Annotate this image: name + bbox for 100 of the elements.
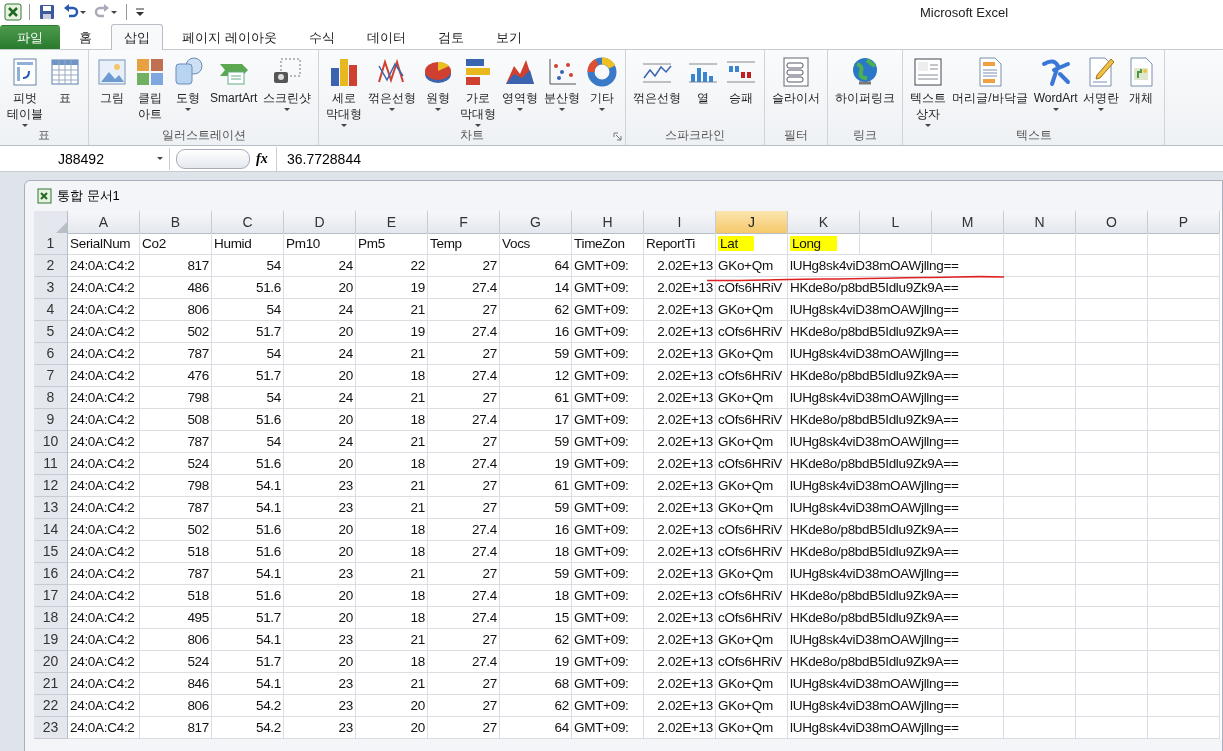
- row-header[interactable]: 14: [34, 519, 68, 541]
- empty-cell[interactable]: [1148, 607, 1220, 629]
- empty-cell[interactable]: [1004, 431, 1076, 453]
- empty-cell[interactable]: [1004, 255, 1076, 277]
- ribbon-tab[interactable]: 수식: [295, 25, 348, 49]
- empty-cell[interactable]: [1076, 409, 1148, 431]
- empty-cell[interactable]: [1004, 277, 1076, 299]
- file-tab[interactable]: 파일: [0, 25, 60, 49]
- empty-cell[interactable]: [1004, 299, 1076, 321]
- empty-cell[interactable]: [860, 233, 932, 255]
- ribbon-tab[interactable]: 데이터: [353, 25, 419, 49]
- empty-cell[interactable]: [1004, 343, 1076, 365]
- column-header[interactable]: I: [644, 211, 716, 234]
- empty-cell[interactable]: [1004, 497, 1076, 519]
- select-all-button[interactable]: [34, 211, 68, 234]
- empty-cell[interactable]: [1148, 387, 1220, 409]
- row-header[interactable]: 7: [34, 365, 68, 387]
- ribbon-tab[interactable]: 보기: [482, 25, 535, 49]
- empty-cell[interactable]: [1076, 519, 1148, 541]
- ribbon-button[interactable]: 표: [46, 56, 84, 127]
- ribbon-button[interactable]: SmartArt: [207, 56, 261, 127]
- ribbon-button[interactable]: 원형: [419, 56, 458, 127]
- empty-cell[interactable]: [1004, 651, 1076, 673]
- empty-cell[interactable]: [1076, 673, 1148, 695]
- column-header[interactable]: A: [68, 211, 140, 234]
- row-header[interactable]: 1: [34, 233, 68, 255]
- empty-cell[interactable]: [1004, 321, 1076, 343]
- row-header[interactable]: 18: [34, 607, 68, 629]
- column-header[interactable]: L: [860, 211, 932, 234]
- row-header[interactable]: 5: [34, 321, 68, 343]
- empty-cell[interactable]: [1148, 365, 1220, 387]
- ribbon-button[interactable]: 피벗 테이블: [4, 56, 46, 127]
- row-header[interactable]: 23: [34, 717, 68, 739]
- row-header[interactable]: 3: [34, 277, 68, 299]
- formula-bar-handle[interactable]: [176, 148, 250, 169]
- empty-cell[interactable]: [1076, 343, 1148, 365]
- row-header[interactable]: 9: [34, 409, 68, 431]
- empty-cell[interactable]: [1004, 365, 1076, 387]
- ribbon-button[interactable]: 클립 아트: [131, 56, 169, 127]
- empty-cell[interactable]: [1148, 519, 1220, 541]
- formula-field[interactable]: 36.7728844: [276, 146, 1223, 171]
- ribbon-button[interactable]: 세로 막대형: [323, 56, 366, 127]
- empty-cell[interactable]: [932, 233, 1004, 255]
- empty-cell[interactable]: [1148, 321, 1220, 343]
- empty-cell[interactable]: [1148, 541, 1220, 563]
- empty-cell[interactable]: [1004, 233, 1076, 255]
- ribbon-tab[interactable]: 삽입: [111, 24, 163, 50]
- empty-cell[interactable]: [1148, 629, 1220, 651]
- ribbon-button[interactable]: 가로 막대형: [457, 56, 500, 127]
- empty-cell[interactable]: [1148, 277, 1220, 299]
- ribbon-button[interactable]: 열: [684, 56, 723, 127]
- empty-cell[interactable]: [1148, 717, 1220, 739]
- empty-cell[interactable]: [1004, 453, 1076, 475]
- row-header[interactable]: 4: [34, 299, 68, 321]
- ribbon-button[interactable]: 도형: [169, 56, 207, 127]
- row-header[interactable]: 15: [34, 541, 68, 563]
- column-header[interactable]: C: [212, 211, 284, 234]
- empty-cell[interactable]: [1004, 475, 1076, 497]
- empty-cell[interactable]: [1076, 651, 1148, 673]
- empty-cell[interactable]: [1148, 695, 1220, 717]
- row-header[interactable]: 19: [34, 629, 68, 651]
- ribbon-button[interactable]: 그림: [93, 56, 131, 127]
- ribbon-button[interactable]: 기타: [583, 56, 622, 127]
- column-header[interactable]: D: [284, 211, 356, 234]
- empty-cell[interactable]: [1148, 453, 1220, 475]
- empty-cell[interactable]: [1004, 607, 1076, 629]
- empty-cell[interactable]: [1148, 299, 1220, 321]
- ribbon-button[interactable]: 꺾은선형: [365, 56, 420, 127]
- empty-cell[interactable]: [1148, 673, 1220, 695]
- empty-cell[interactable]: [1076, 541, 1148, 563]
- empty-cell[interactable]: [1004, 409, 1076, 431]
- ribbon-button[interactable]: 꺾은선형: [630, 56, 685, 127]
- empty-cell[interactable]: [1004, 541, 1076, 563]
- row-header[interactable]: 6: [34, 343, 68, 365]
- row-header[interactable]: 8: [34, 387, 68, 409]
- insert-function-button[interactable]: fx: [256, 150, 276, 167]
- empty-cell[interactable]: [1076, 453, 1148, 475]
- empty-cell[interactable]: [1076, 585, 1148, 607]
- row-header[interactable]: 10: [34, 431, 68, 453]
- ribbon-button[interactable]: 승패: [722, 56, 761, 127]
- ribbon-button[interactable]: 슬라이서: [769, 56, 824, 127]
- empty-cell[interactable]: [1004, 563, 1076, 585]
- empty-cell[interactable]: [1148, 563, 1220, 585]
- column-header[interactable]: O: [1076, 211, 1148, 234]
- empty-cell[interactable]: [1148, 343, 1220, 365]
- row-header[interactable]: 13: [34, 497, 68, 519]
- name-box[interactable]: J88492: [0, 147, 170, 170]
- ribbon-button[interactable]: 텍스트 상자: [907, 56, 950, 127]
- column-header[interactable]: M: [932, 211, 1004, 234]
- empty-cell[interactable]: [1076, 695, 1148, 717]
- column-header[interactable]: N: [1004, 211, 1076, 234]
- ribbon-button[interactable]: 서명란: [1080, 56, 1123, 127]
- ribbon-button[interactable]: 영역형: [499, 56, 542, 127]
- column-header[interactable]: K: [788, 211, 860, 234]
- row-header[interactable]: 20: [34, 651, 68, 673]
- empty-cell[interactable]: [1148, 585, 1220, 607]
- empty-cell[interactable]: [1076, 629, 1148, 651]
- empty-cell[interactable]: [1004, 629, 1076, 651]
- empty-cell[interactable]: [1004, 387, 1076, 409]
- column-header[interactable]: E: [356, 211, 428, 234]
